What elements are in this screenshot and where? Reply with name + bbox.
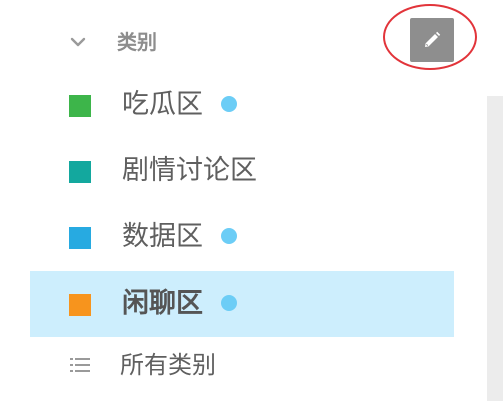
unread-dot: [221, 96, 237, 112]
category-item-data[interactable]: 数据区: [30, 204, 454, 270]
category-color-swatch: [69, 161, 91, 183]
category-label: 数据区: [122, 221, 203, 252]
category-item-plot-discussion[interactable]: 剧情讨论区: [30, 138, 454, 204]
pencil-icon: [425, 31, 441, 47]
sidebar-categories-panel: 类别 吃瓜区 剧情讨论区 数据区 闲聊区 所有类别: [0, 0, 503, 401]
all-categories-label: 所有类别: [120, 351, 216, 379]
list-icon: [70, 357, 90, 377]
category-label: 闲聊区: [122, 288, 203, 319]
category-item-chat[interactable]: 闲聊区: [30, 271, 454, 337]
unread-dot: [221, 295, 237, 311]
all-categories-link[interactable]: 所有类别: [30, 339, 454, 391]
category-color-swatch: [69, 95, 91, 117]
category-item-chigua[interactable]: 吃瓜区: [30, 72, 454, 138]
category-color-swatch: [69, 227, 91, 249]
section-title[interactable]: 类别: [117, 29, 157, 55]
category-color-swatch: [69, 294, 91, 316]
category-label: 吃瓜区: [122, 89, 203, 120]
unread-dot: [221, 228, 237, 244]
scrollbar-track[interactable]: [487, 96, 503, 401]
chevron-down-icon[interactable]: [68, 32, 88, 52]
edit-categories-button[interactable]: [410, 18, 454, 62]
category-label: 剧情讨论区: [122, 155, 257, 186]
